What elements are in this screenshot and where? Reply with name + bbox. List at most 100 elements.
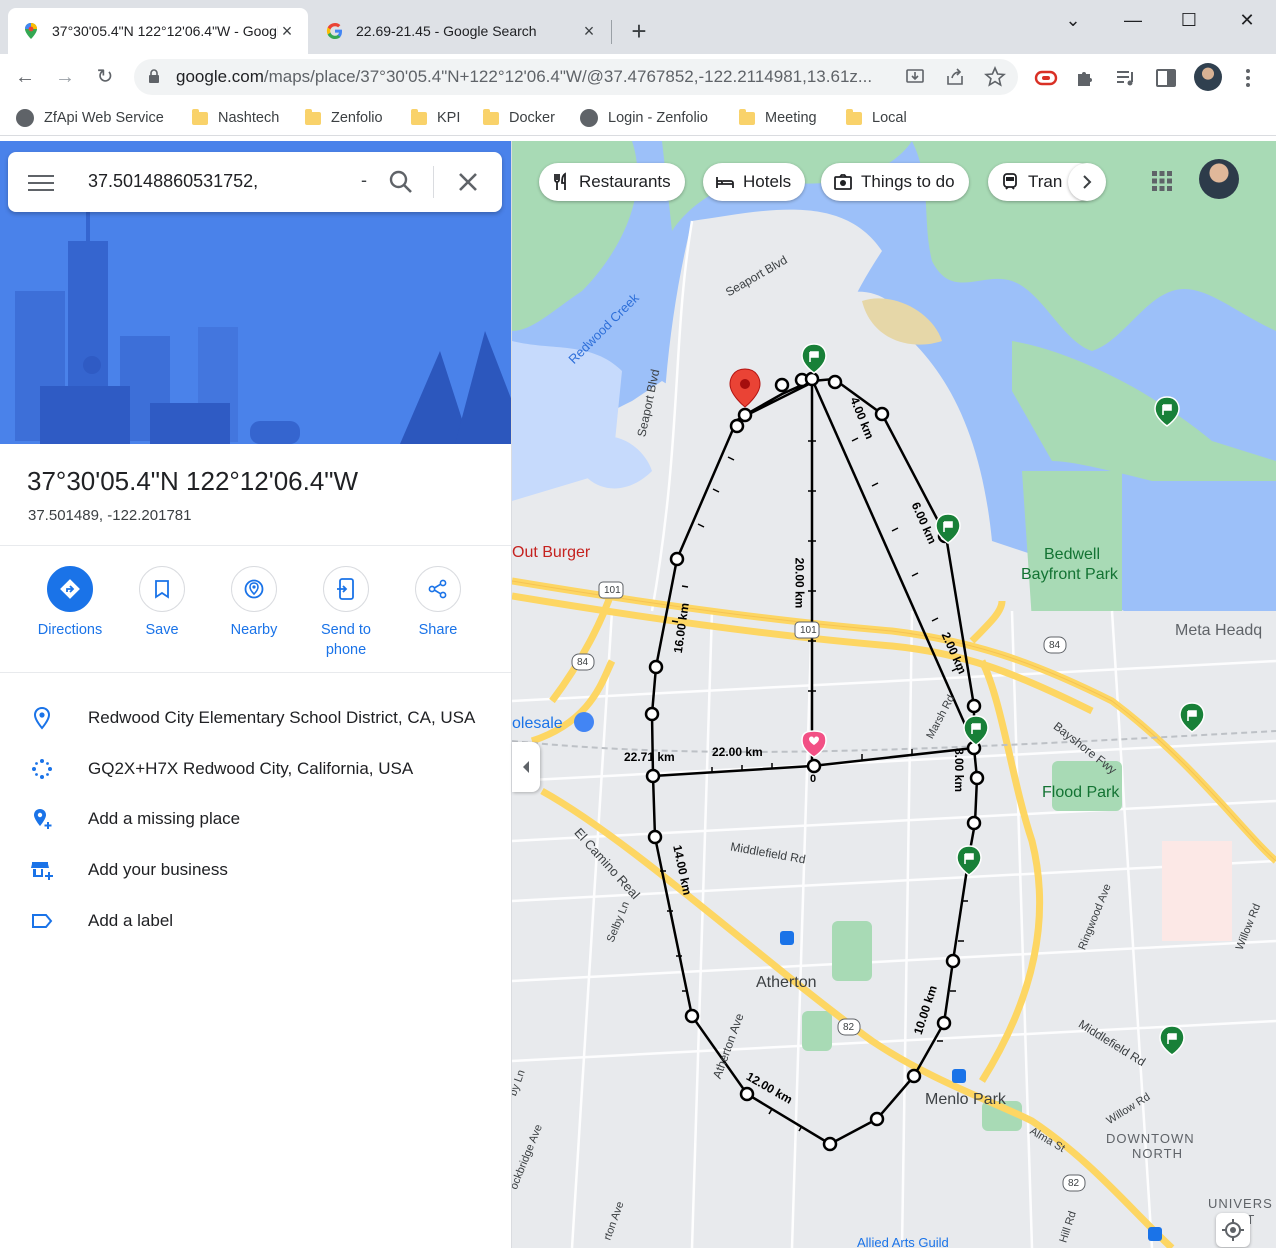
- address-bar[interactable]: google.com/maps/place/37°30'05.4"N+122°1…: [134, 59, 1018, 95]
- distance-label: 8.00 km: [952, 747, 967, 793]
- place-coordinates: 37.501489, -122.201781: [28, 507, 192, 524]
- restaurant-icon: [554, 172, 566, 190]
- nearby-button[interactable]: Nearby: [208, 566, 300, 640]
- extensions-puzzle-icon[interactable]: [1074, 66, 1098, 90]
- tab-close-icon[interactable]: ×: [278, 21, 296, 42]
- send-to-phone-label: Send to phone: [300, 620, 392, 660]
- bookmark-star-icon[interactable]: [984, 66, 1006, 88]
- forward-button[interactable]: →: [50, 62, 80, 92]
- bookmark-nashtech[interactable]: Nashtech: [192, 108, 279, 128]
- browser-toolbar: ← → ↻ google.com/maps/place/37°30'05.4"N…: [0, 54, 1276, 100]
- send-to-label-line2: phone: [325, 642, 367, 658]
- bookmark-label: Local: [872, 110, 907, 126]
- info-row-add-missing-place[interactable]: Add a missing place: [0, 799, 511, 839]
- distance-label: 0: [810, 773, 817, 785]
- info-row-plus-code[interactable]: GQ2X+H7X Redwood City, California, USA: [0, 749, 511, 789]
- highway-82-shield: 82: [843, 1022, 855, 1033]
- close-window-button[interactable]: ✕: [1224, 6, 1270, 36]
- map-label-allied-arts: Allied Arts Guild: [857, 1235, 949, 1248]
- bookmark-label: Nashtech: [218, 110, 280, 126]
- add-business-icon: [31, 862, 53, 880]
- tab-close-icon[interactable]: ×: [580, 21, 598, 42]
- profile-avatar[interactable]: [1194, 63, 1222, 91]
- chip-hotels[interactable]: Hotels: [703, 163, 806, 201]
- folder-icon: [411, 108, 427, 125]
- share-label: Share: [418, 622, 458, 638]
- bookmark-meeting[interactable]: Meeting: [739, 108, 817, 128]
- map-label-univers: UNIVERS: [1208, 1196, 1273, 1211]
- hamburger-menu-icon[interactable]: [28, 170, 54, 194]
- new-tab-button[interactable]: +: [624, 17, 654, 47]
- bookmark-label: Zenfolio: [331, 110, 383, 126]
- share-page-icon[interactable]: [944, 66, 966, 88]
- media-controls-icon[interactable]: [1114, 66, 1138, 90]
- info-text: Add your business: [88, 860, 228, 879]
- info-row-school-district[interactable]: Redwood City Elementary School District,…: [0, 698, 511, 738]
- map-label-bayfront-park: Bayfront Park: [1021, 566, 1118, 583]
- info-text: Redwood City Elementary School District,…: [88, 708, 476, 727]
- search-box: -: [8, 152, 502, 212]
- my-location-button[interactable]: [1216, 1213, 1250, 1247]
- map-canvas[interactable]: 101 101 84 84 82 82 Seaport Blvd Seaport…: [512, 141, 1276, 1248]
- folder-icon: [305, 108, 321, 125]
- bookmark-local[interactable]: Local: [846, 108, 907, 128]
- save-button[interactable]: Save: [116, 566, 208, 640]
- search-icon[interactable]: [388, 169, 414, 195]
- hotel-icon: [716, 177, 734, 188]
- google-apps-icon[interactable]: [1150, 169, 1174, 193]
- url-path: /maps/place/37°30'05.4"N+122°12'06.4"W/@…: [263, 67, 873, 86]
- side-panel-icon[interactable]: [1154, 66, 1178, 90]
- bookmark-label: KPI: [437, 110, 461, 126]
- bookmark-zfapi[interactable]: ZfApi Web Service: [16, 108, 164, 128]
- nearby-label: Nearby: [230, 622, 278, 638]
- map-label-meta: Meta Headq: [1175, 622, 1263, 639]
- chip-label: Hotels: [743, 172, 792, 191]
- plus-code-icon: [32, 759, 52, 779]
- info-row-add-label[interactable]: Add a label: [0, 901, 511, 941]
- map-label-north: NORTH: [1132, 1146, 1183, 1161]
- collapse-panel-button[interactable]: [512, 742, 540, 792]
- chip-restaurants[interactable]: Restaurants: [539, 163, 685, 201]
- account-avatar[interactable]: [1199, 159, 1239, 199]
- chips-next-button[interactable]: [1068, 163, 1106, 201]
- chip-things-to-do[interactable]: Things to do: [821, 163, 969, 201]
- bookmark-zenfolio[interactable]: Zenfolio: [305, 108, 383, 128]
- bookmark-icon: [139, 566, 185, 612]
- tab-google-search[interactable]: 22.69-21.45 - Google Search ×: [310, 8, 610, 54]
- minimize-button[interactable]: —: [1110, 6, 1156, 36]
- install-app-icon[interactable]: [904, 66, 926, 88]
- google-favicon-icon: [326, 23, 342, 39]
- maximize-button[interactable]: ☐: [1166, 6, 1212, 36]
- kebab-menu-icon[interactable]: [1238, 66, 1258, 90]
- tab-google-maps[interactable]: 37°30'05.4"N 122°12'06.4"W - Google Maps…: [8, 8, 308, 54]
- label-icon: [32, 914, 53, 928]
- share-button[interactable]: Share: [392, 566, 484, 640]
- highway-101-shield: 101: [800, 625, 817, 636]
- folder-icon: [483, 108, 499, 125]
- info-row-add-business[interactable]: Add your business: [0, 850, 511, 890]
- bookmark-docker[interactable]: Docker: [483, 108, 555, 128]
- tab-search-dropdown-icon[interactable]: ⌄: [1050, 6, 1096, 36]
- info-text: Add a label: [88, 911, 174, 930]
- extension-toggle-icon[interactable]: [1034, 66, 1058, 90]
- search-divider: [433, 166, 434, 198]
- chip-label: Tran: [1028, 172, 1063, 191]
- search-input-dash: -: [361, 170, 367, 190]
- bookmark-kpi[interactable]: KPI: [411, 108, 460, 128]
- lock-icon[interactable]: [148, 69, 160, 83]
- reload-button[interactable]: ↻: [90, 62, 120, 92]
- search-input[interactable]: [88, 171, 288, 192]
- highway-82-shield: 82: [1068, 1178, 1080, 1189]
- tab-title: 22.69-21.45 - Google Search: [356, 23, 537, 39]
- bookmark-label: Docker: [509, 110, 555, 126]
- send-to-phone-button[interactable]: Send to phone: [300, 566, 392, 660]
- back-button[interactable]: ←: [10, 62, 40, 92]
- folder-icon: [739, 108, 755, 125]
- my-location-icon: [1222, 1219, 1244, 1241]
- url-host: google.com: [176, 67, 264, 86]
- bookmark-login-zenfolio[interactable]: Login - Zenfolio: [580, 108, 708, 128]
- close-icon[interactable]: [456, 170, 480, 194]
- directions-button[interactable]: Directions: [24, 566, 116, 640]
- globe-icon: [580, 109, 598, 127]
- chip-label: Restaurants: [579, 172, 671, 191]
